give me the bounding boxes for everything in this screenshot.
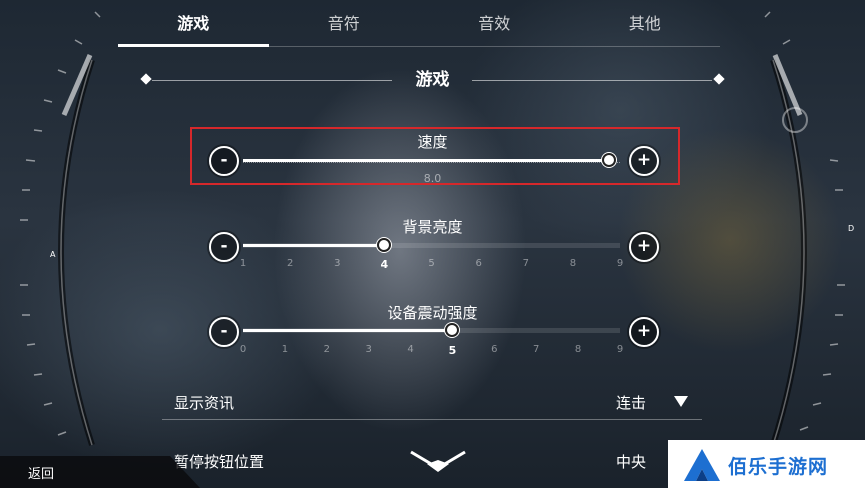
tick-label: 6 <box>491 344 498 355</box>
brightness-slider-row: 背景亮度 - + 1 2 3 4 5 6 7 8 9 <box>205 216 660 276</box>
side-marker-left: A <box>50 250 56 259</box>
vibration-knob[interactable] <box>445 323 460 337</box>
speed-slider-row: 速度 - + 8.0 <box>205 128 660 188</box>
brightness-ticks: 1 2 3 4 5 6 7 8 9 <box>239 258 624 272</box>
back-label: 返回 <box>28 467 55 482</box>
speed-knob[interactable] <box>601 153 616 167</box>
speed-value: 8.0 <box>423 172 442 185</box>
tick-label: 2 <box>286 258 294 269</box>
tick-label: 6 <box>475 258 482 269</box>
tick-label: 1 <box>239 258 247 269</box>
brightness-label: 背景亮度 <box>402 218 463 236</box>
tick-label: 1 <box>281 344 289 355</box>
tab-sound[interactable]: 音效 <box>419 0 570 46</box>
chevron-down-icon[interactable] <box>409 448 467 476</box>
tab-bar: 游戏 音符 音效 其他 <box>118 0 720 47</box>
tab-game[interactable]: 游戏 <box>118 0 269 47</box>
tick-label: 4 <box>407 344 414 355</box>
pause-button-value: 中央 <box>615 453 646 471</box>
vibration-track-fill <box>243 329 453 332</box>
divider-right <box>472 80 712 81</box>
brightness-knob[interactable] <box>377 238 392 252</box>
tick-label: 0 <box>239 344 247 355</box>
vibration-increase-button[interactable]: + <box>629 317 659 347</box>
dropdown-arrow-icon[interactable] <box>674 396 688 407</box>
tick-label: 5 <box>428 258 435 269</box>
brightness-track-fill <box>243 244 385 247</box>
watermark-logo-icon <box>684 449 720 481</box>
tick-label: 9 <box>616 344 624 355</box>
side-marker-right: D <box>848 224 855 233</box>
section-header: 游戏 <box>140 66 725 96</box>
speed-track <box>243 162 620 163</box>
tick-label: 3 <box>365 344 372 355</box>
tick-label: 8 <box>569 258 577 269</box>
display-info-value: 连击 <box>615 394 646 412</box>
tick-label: 9 <box>616 258 624 269</box>
watermark: 佰乐手游网 <box>668 440 865 488</box>
speed-track-fill <box>243 159 609 162</box>
pause-button-label: 暂停按钮位置 <box>174 453 265 471</box>
vibration-slider-row: 设备震动强度 - + 0 1 2 3 4 5 6 7 8 9 <box>205 302 660 362</box>
vibration-decrease-button[interactable]: - <box>209 317 239 347</box>
speed-label: 速度 <box>417 133 448 151</box>
tick-label: 7 <box>522 258 529 269</box>
vibration-ticks: 0 1 2 3 4 5 6 7 8 9 <box>239 344 624 358</box>
tick-label: 4 <box>380 258 389 271</box>
tick-label: 8 <box>574 344 582 355</box>
tick-label: 7 <box>533 344 540 355</box>
brightness-increase-button[interactable]: + <box>629 232 659 262</box>
watermark-text: 佰乐手游网 <box>728 456 829 478</box>
tab-other[interactable]: 其他 <box>570 0 721 46</box>
display-info-label: 显示资讯 <box>174 394 235 412</box>
back-button[interactable]: 返回 <box>0 456 200 488</box>
tick-label: 5 <box>448 344 457 357</box>
tick-label: 2 <box>323 344 330 355</box>
tick-label: 3 <box>334 258 341 269</box>
brightness-decrease-button[interactable]: - <box>209 232 239 262</box>
tab-notes[interactable]: 音符 <box>269 0 420 46</box>
vibration-label: 设备震动强度 <box>387 304 478 322</box>
display-info-row[interactable]: 显示资讯 连击 <box>162 385 702 420</box>
